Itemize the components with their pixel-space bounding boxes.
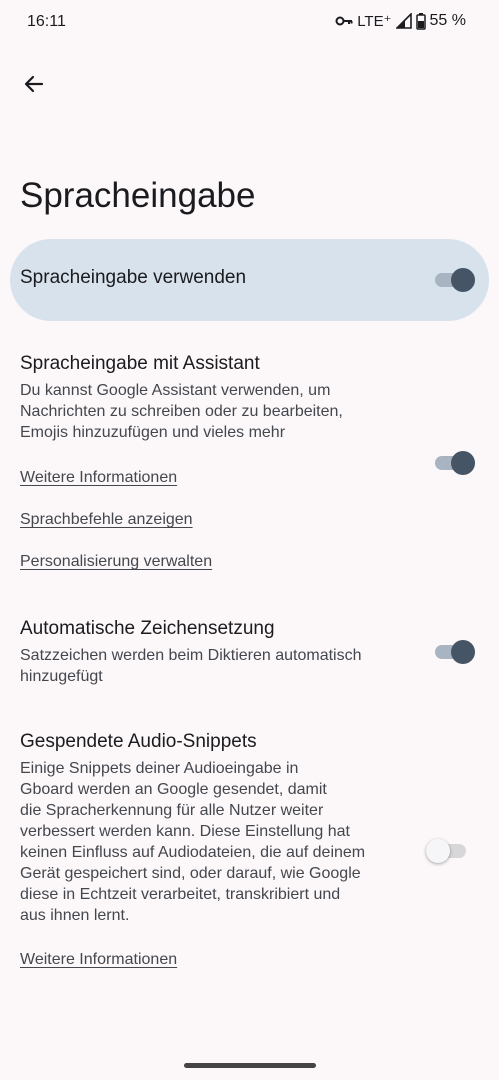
switch-thumb [451, 451, 475, 475]
status-icons: LTE⁺ 55 % [335, 12, 466, 30]
signal-icon [395, 13, 412, 29]
description-line: Einige Snippets deiner Audioeingabe in [20, 760, 299, 777]
description-line: Gboard werden an Google gesendet, damit [20, 781, 327, 798]
status-time: 16:11 [27, 13, 66, 30]
status-bar: 16:11 LTE⁺ 55 % [0, 0, 499, 44]
description-line: verbessert werden kann. Diese Einstellun… [20, 823, 350, 840]
switch-thumb [451, 640, 475, 664]
auto-punctuation-switch[interactable] [435, 640, 475, 664]
description-line: Emojis hinzuzufügen und vieles mehr [20, 424, 286, 441]
description-line: die Spracherkennung für alle Nutzer weit… [20, 802, 324, 819]
voice-commands-link[interactable]: Sprachbefehle anzeigen [20, 511, 193, 529]
battery-level: 55 % [429, 12, 466, 29]
description-line: Du kannst Google Assistant verwenden, um [20, 382, 331, 399]
back-button[interactable] [18, 68, 50, 100]
description-line: hinzugefügt [20, 668, 103, 685]
description-line: diese in Echtzeit verarbeitet, transkrib… [20, 886, 341, 903]
network-type: LTE⁺ [357, 13, 392, 30]
assistant-voice-description: Du kannst Google Assistant verwenden, um… [20, 380, 343, 443]
description-line: Gerät gespeichert sind, oder darauf, wie… [20, 865, 361, 882]
master-toggle-card[interactable]: Spracheingabe verwenden [10, 239, 489, 321]
master-toggle-switch[interactable] [435, 268, 475, 292]
description-line: Satzzeichen werden beim Diktieren automa… [20, 647, 362, 664]
audio-snippets-switch[interactable] [426, 839, 466, 863]
audio-more-info-link[interactable]: Weitere Informationen [20, 951, 177, 969]
description-line: keinen Einfluss auf Audiodateien, die au… [20, 844, 366, 861]
switch-thumb [426, 839, 450, 863]
master-toggle-label: Spracheingabe verwenden [20, 267, 247, 288]
audio-snippets-description: Einige Snippets deiner Audioeingabe in G… [20, 758, 365, 926]
auto-punctuation-title: Automatische Zeichensetzung [20, 618, 275, 639]
gesture-nav-handle[interactable] [184, 1063, 316, 1068]
assistant-voice-switch[interactable] [435, 451, 475, 475]
page-title: Spracheingabe [20, 176, 256, 215]
description-line: Nachrichten zu schreiben oder zu bearbei… [20, 403, 343, 420]
auto-punctuation-description: Satzzeichen werden beim Diktieren automa… [20, 645, 362, 687]
audio-snippets-title: Gespendete Audio-Snippets [20, 731, 257, 752]
assistant-voice-title: Spracheingabe mit Assistant [20, 353, 260, 374]
battery-icon [415, 12, 426, 30]
description-line: aus ihnen lernt. [20, 907, 130, 924]
switch-thumb [451, 268, 475, 292]
manage-personalization-link[interactable]: Personalisierung verwalten [20, 553, 212, 571]
more-info-link[interactable]: Weitere Informationen [20, 469, 177, 487]
vpn-key-icon [335, 16, 353, 26]
arrow-left-icon [24, 75, 44, 93]
